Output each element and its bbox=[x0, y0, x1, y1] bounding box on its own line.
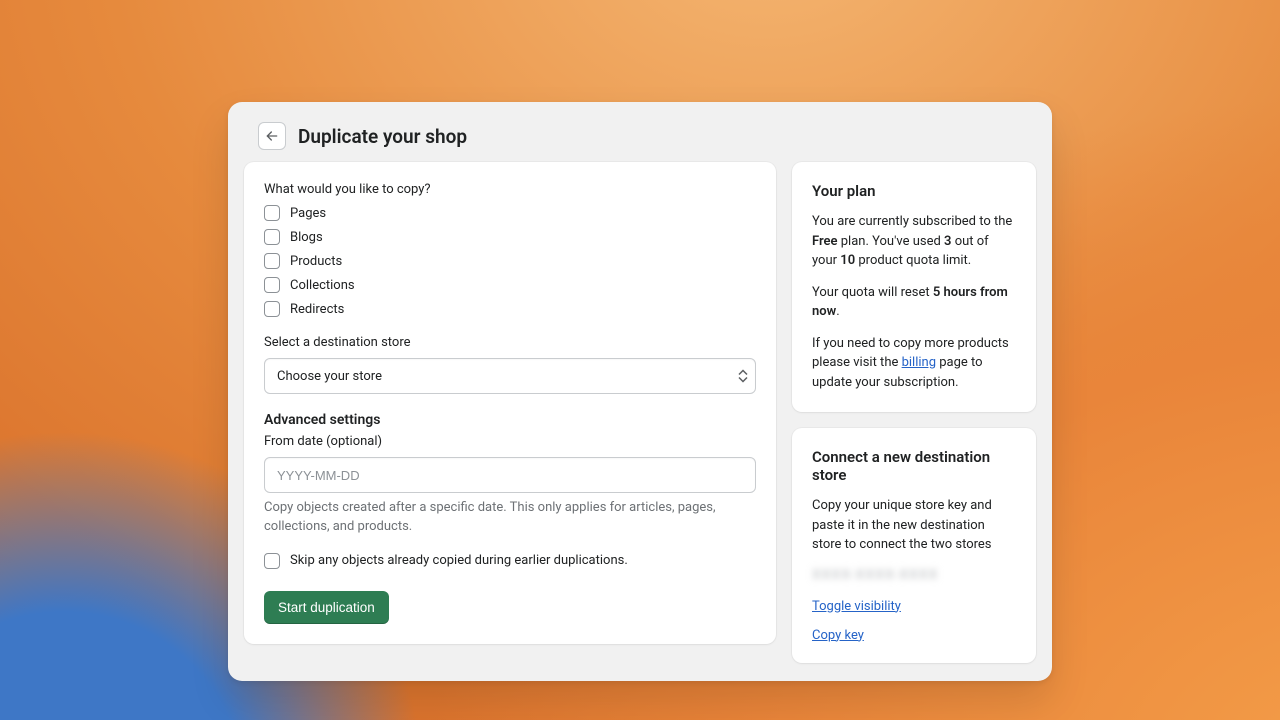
checkbox-label: Collections bbox=[290, 278, 355, 293]
billing-link[interactable]: billing bbox=[902, 355, 936, 370]
destination-select-wrap: Choose your store bbox=[264, 358, 756, 394]
plan-reset-text: Your quota will reset 5 hours from now. bbox=[812, 283, 1016, 322]
sidebar: Your plan You are currently subscribed t… bbox=[792, 162, 1036, 663]
modal-panel: Duplicate your shop What would you like … bbox=[228, 102, 1052, 681]
connect-card: Connect a new destination store Copy you… bbox=[792, 428, 1036, 663]
store-key-masked: XXXX-XXXX-XXXX bbox=[812, 567, 1016, 583]
checkbox-label: Redirects bbox=[290, 302, 344, 317]
checkbox-row-collections: Collections bbox=[264, 277, 756, 293]
checkbox-row-products: Products bbox=[264, 253, 756, 269]
checkbox-label: Blogs bbox=[290, 230, 323, 245]
arrow-left-icon bbox=[264, 128, 280, 144]
from-date-label: From date (optional) bbox=[264, 434, 756, 449]
copy-prompt-label: What would you like to copy? bbox=[264, 182, 756, 197]
plan-heading: Your plan bbox=[812, 182, 1016, 200]
page-title: Duplicate your shop bbox=[298, 125, 467, 148]
checkbox-products[interactable] bbox=[264, 253, 280, 269]
advanced-heading: Advanced settings bbox=[264, 412, 756, 428]
start-duplication-button[interactable]: Start duplication bbox=[264, 591, 389, 624]
checkbox-row-pages: Pages bbox=[264, 205, 756, 221]
checkbox-collections[interactable] bbox=[264, 277, 280, 293]
plan-card: Your plan You are currently subscribed t… bbox=[792, 162, 1036, 412]
destination-select-value: Choose your store bbox=[277, 369, 382, 384]
checkbox-label: Pages bbox=[290, 206, 326, 221]
plan-billing-text: If you need to copy more products please… bbox=[812, 334, 1016, 393]
plan-usage-text: You are currently subscribed to the Free… bbox=[812, 212, 1016, 271]
checkbox-redirects[interactable] bbox=[264, 301, 280, 317]
copy-key-link[interactable]: Copy key bbox=[812, 628, 864, 643]
connect-body: Copy your unique store key and paste it … bbox=[812, 496, 1016, 555]
connect-heading: Connect a new destination store bbox=[812, 448, 1016, 484]
destination-label: Select a destination store bbox=[264, 335, 756, 350]
toggle-visibility-link[interactable]: Toggle visibility bbox=[812, 599, 901, 614]
main-form-card: What would you like to copy? Pages Blogs… bbox=[244, 162, 776, 644]
checkbox-row-blogs: Blogs bbox=[264, 229, 756, 245]
panel-header: Duplicate your shop bbox=[258, 122, 1020, 150]
from-date-help: Copy objects created after a specific da… bbox=[264, 499, 756, 537]
checkbox-skip[interactable] bbox=[264, 553, 280, 569]
skip-row: Skip any objects already copied during e… bbox=[264, 553, 756, 569]
desktop-background: Duplicate your shop What would you like … bbox=[0, 0, 1280, 720]
skip-label: Skip any objects already copied during e… bbox=[290, 553, 628, 568]
checkbox-blogs[interactable] bbox=[264, 229, 280, 245]
destination-select[interactable]: Choose your store bbox=[264, 358, 756, 394]
back-button[interactable] bbox=[258, 122, 286, 150]
checkbox-pages[interactable] bbox=[264, 205, 280, 221]
checkbox-label: Products bbox=[290, 254, 342, 269]
checkbox-row-redirects: Redirects bbox=[264, 301, 756, 317]
from-date-input[interactable] bbox=[264, 457, 756, 493]
